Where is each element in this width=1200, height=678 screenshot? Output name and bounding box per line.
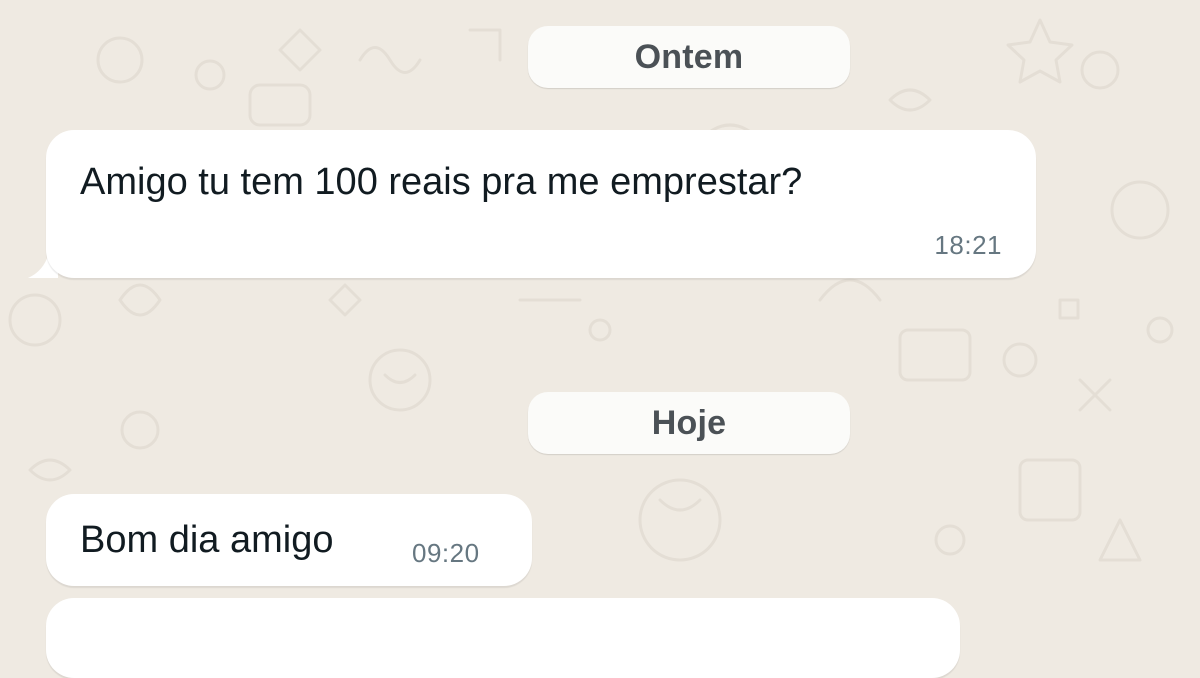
message-time: 18:21 <box>934 230 1002 260</box>
message-text: Amigo tu tem 100 reais pra me emprestar? <box>80 161 803 203</box>
date-separator-label: Ontem <box>634 37 744 76</box>
message-text: Bom dia amigo <box>80 519 334 561</box>
date-separator-label: Hoje <box>651 403 727 442</box>
incoming-message-bubble[interactable]: Amigo tu tem 100 reais pra me emprestar?… <box>46 130 1036 278</box>
date-separator-hoje: Hoje <box>528 392 850 454</box>
incoming-message-bubble-partial[interactable] <box>46 598 960 678</box>
message-time: 09:20 <box>412 538 480 568</box>
date-separator-ontem: Ontem <box>528 26 850 88</box>
incoming-message-bubble[interactable]: Bom dia amigo 09:20 <box>46 494 532 586</box>
